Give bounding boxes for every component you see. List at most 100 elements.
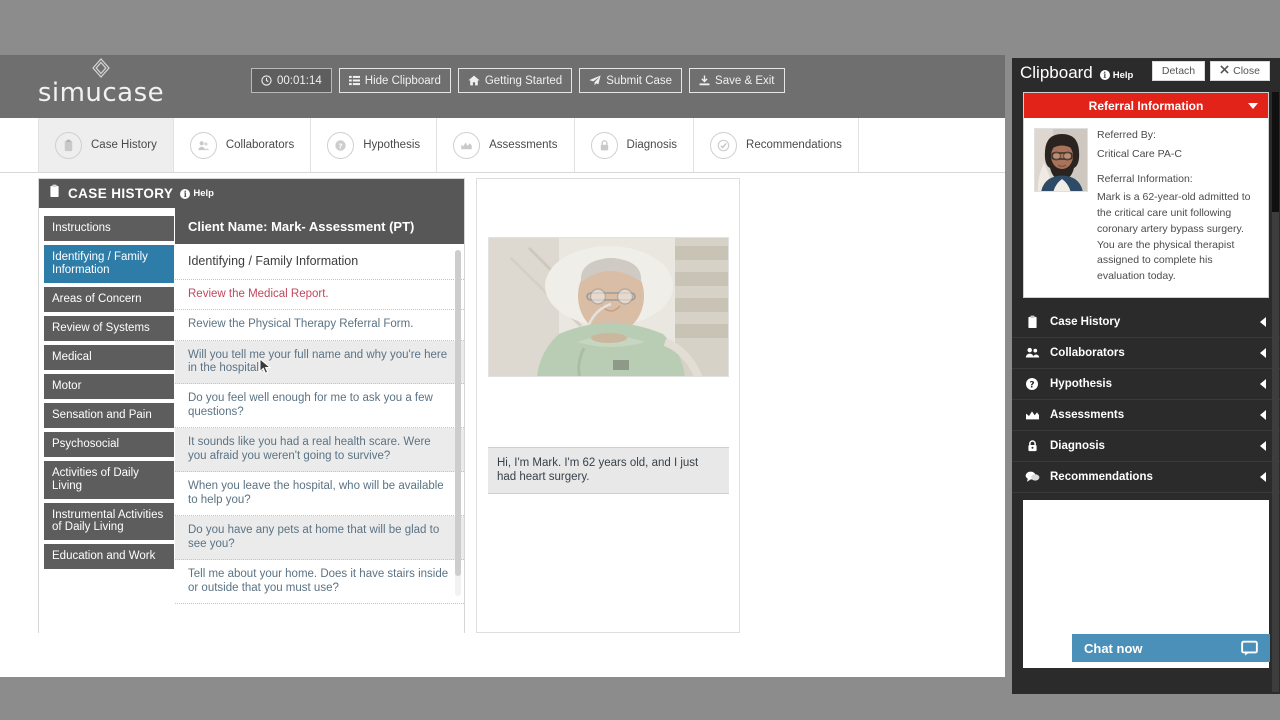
referral-information-header[interactable]: Referral Information: [1024, 93, 1268, 118]
referral-body: Referred By: Critical Care PA-C Referral…: [1024, 118, 1268, 297]
clipboard-nav-label: Case History: [1050, 315, 1121, 328]
clipboard-scrollbar[interactable]: [1272, 92, 1279, 692]
chevron-down-icon: [1248, 103, 1258, 109]
questions-panel: Client Name: Mark- Assessment (PT) Ident…: [174, 208, 464, 634]
question-icon: ?: [1024, 377, 1040, 391]
svg-text:?: ?: [339, 141, 343, 150]
question-item[interactable]: Identifying / Family Information: [175, 244, 464, 280]
referral-header-label: Referral Information: [1088, 98, 1204, 113]
tab-assessments[interactable]: Assessments: [437, 118, 575, 172]
tab-collaborators[interactable]: Collaborators: [173, 118, 312, 172]
tab-hypothesis[interactable]: ? Hypothesis: [311, 118, 438, 172]
list-icon: [348, 75, 360, 86]
topic-label: Areas of Concern: [52, 292, 142, 305]
topic-label: Psychosocial: [52, 437, 120, 450]
clipboard-nav-diagnosis[interactable]: Diagnosis: [1012, 431, 1280, 462]
getting-started-button[interactable]: Getting Started: [457, 68, 573, 93]
referral-information-card: Referral Information Referred By: Critic…: [1023, 92, 1269, 298]
clipboard-header: Clipboard i Help Detach Close: [1012, 58, 1280, 92]
chat-now-label: Chat now: [1084, 640, 1143, 656]
chat-now-button[interactable]: Chat now: [1072, 634, 1270, 662]
people-icon: [1024, 346, 1040, 359]
topic-motor[interactable]: Motor: [44, 373, 177, 401]
chart-icon: [453, 131, 481, 159]
screen: simucase 00:01:14 Hide Clipboard Getting…: [0, 0, 1280, 720]
tab-assessments-label: Assessments: [489, 139, 558, 151]
case-history-help-link[interactable]: i Help: [180, 188, 214, 199]
timer-button[interactable]: 00:01:14: [251, 68, 332, 93]
clipboard-nav-recommendations[interactable]: Recommendations: [1012, 462, 1280, 493]
clipboard-nav-collaborators[interactable]: Collaborators: [1012, 338, 1280, 369]
info-icon: i: [180, 188, 191, 199]
case-history-icon: [48, 184, 61, 203]
getting-started-label: Getting Started: [484, 74, 563, 87]
chevron-left-icon: [1260, 440, 1266, 451]
question-item[interactable]: Do you have any pets at home that will b…: [175, 516, 464, 561]
help-label: Help: [1112, 69, 1134, 81]
clipboard-nav-label: Assessments: [1050, 408, 1125, 421]
diamond-logo-icon: [90, 57, 112, 79]
header-toolbar: 00:01:14 Hide Clipboard Getting Started: [251, 68, 785, 93]
people-icon: [189, 131, 217, 159]
clipboard-nav-label: Hypothesis: [1050, 377, 1112, 390]
question-item[interactable]: Do you feel well enough for me to ask yo…: [175, 384, 464, 429]
clipboard-nav-label: Collaborators: [1050, 346, 1125, 359]
tab-diagnosis[interactable]: Diagnosis: [574, 118, 695, 172]
topic-sensation-pain[interactable]: Sensation and Pain: [44, 402, 177, 430]
close-label: Close: [1233, 65, 1260, 77]
questions-scrollbar[interactable]: [455, 250, 461, 596]
tab-recommendations[interactable]: Recommendations: [694, 118, 859, 172]
clipboard-nav-label: Recommendations: [1050, 470, 1153, 483]
patient-panel: Hi, I'm Mark. I'm 62 years old, and I ju…: [476, 178, 740, 633]
scrollbar-thumb[interactable]: [455, 250, 461, 576]
case-history-card: CASE HISTORY i Help Instructions Identif…: [38, 178, 465, 634]
topic-review-systems[interactable]: Review of Systems: [44, 315, 177, 343]
referred-by-value: Critical Care PA-C: [1097, 147, 1182, 160]
question-item[interactable]: It sounds like you had a real health sca…: [175, 428, 464, 473]
topic-instructions[interactable]: Instructions: [44, 216, 177, 243]
clipboard-help-link[interactable]: i Help: [1099, 69, 1134, 81]
page-title: CASE HISTORY: [68, 186, 174, 201]
question-icon: ?: [327, 131, 355, 159]
detach-button[interactable]: Detach: [1151, 61, 1206, 81]
clipboard-panel: Clipboard i Help Detach Close Referral I…: [1012, 58, 1280, 694]
topic-label: Identifying / Family Information: [52, 251, 148, 276]
topic-label: Instrumental Activities of Daily Living: [52, 508, 164, 534]
topic-identifying[interactable]: Identifying / Family Information: [44, 245, 177, 285]
brand-logo[interactable]: simucase: [36, 57, 166, 106]
clipboard-nav-case-history[interactable]: Case History: [1012, 307, 1280, 338]
question-item-medical-report[interactable]: Review the Medical Report.: [175, 280, 464, 311]
question-item[interactable]: Tell me about your home. Does it have st…: [175, 560, 464, 604]
question-item[interactable]: Review the Physical Therapy Referral For…: [175, 310, 464, 341]
chevron-left-icon: [1260, 409, 1266, 420]
topic-adl[interactable]: Activities of Daily Living: [44, 460, 177, 501]
topic-medical[interactable]: Medical: [44, 344, 177, 372]
topic-psychosocial[interactable]: Psychosocial: [44, 431, 177, 459]
topic-areas-concern[interactable]: Areas of Concern: [44, 286, 177, 314]
detach-label: Detach: [1161, 65, 1196, 77]
tab-recommendations-label: Recommendations: [746, 139, 842, 151]
clipboard-nav-hypothesis[interactable]: ? Hypothesis: [1012, 369, 1280, 400]
clipboard-nav-assessments[interactable]: Assessments: [1012, 400, 1280, 431]
close-button[interactable]: Close: [1210, 61, 1270, 81]
scrollbar-thumb[interactable]: [1272, 92, 1279, 212]
step-tabs: Case History Collaborators ? Hypothesis …: [0, 118, 1005, 173]
clipboard-title-group: Clipboard i Help: [1020, 63, 1133, 83]
brand-name: simucase: [37, 78, 165, 108]
tab-case-history[interactable]: Case History: [38, 118, 174, 172]
chevron-left-icon: [1260, 347, 1266, 358]
speech-icon: [1024, 470, 1040, 483]
hide-clipboard-button[interactable]: Hide Clipboard: [338, 68, 451, 93]
topic-education-work[interactable]: Education and Work: [44, 544, 177, 572]
patient-photo: [488, 237, 729, 377]
patient-caption: Hi, I'm Mark. I'm 62 years old, and I ju…: [488, 447, 729, 494]
submit-case-button[interactable]: Submit Case: [579, 68, 683, 93]
save-exit-button[interactable]: Save & Exit: [689, 68, 785, 93]
clipboard-icon: [55, 131, 82, 159]
lock-icon: [1024, 439, 1040, 453]
hide-clipboard-label: Hide Clipboard: [364, 74, 441, 87]
submit-case-label: Submit Case: [606, 74, 673, 87]
question-item[interactable]: When you leave the hospital, who will be…: [175, 472, 464, 517]
question-item[interactable]: Will you tell me your full name and why …: [175, 340, 464, 385]
topic-iadl[interactable]: Instrumental Activities of Daily Living: [44, 502, 177, 543]
